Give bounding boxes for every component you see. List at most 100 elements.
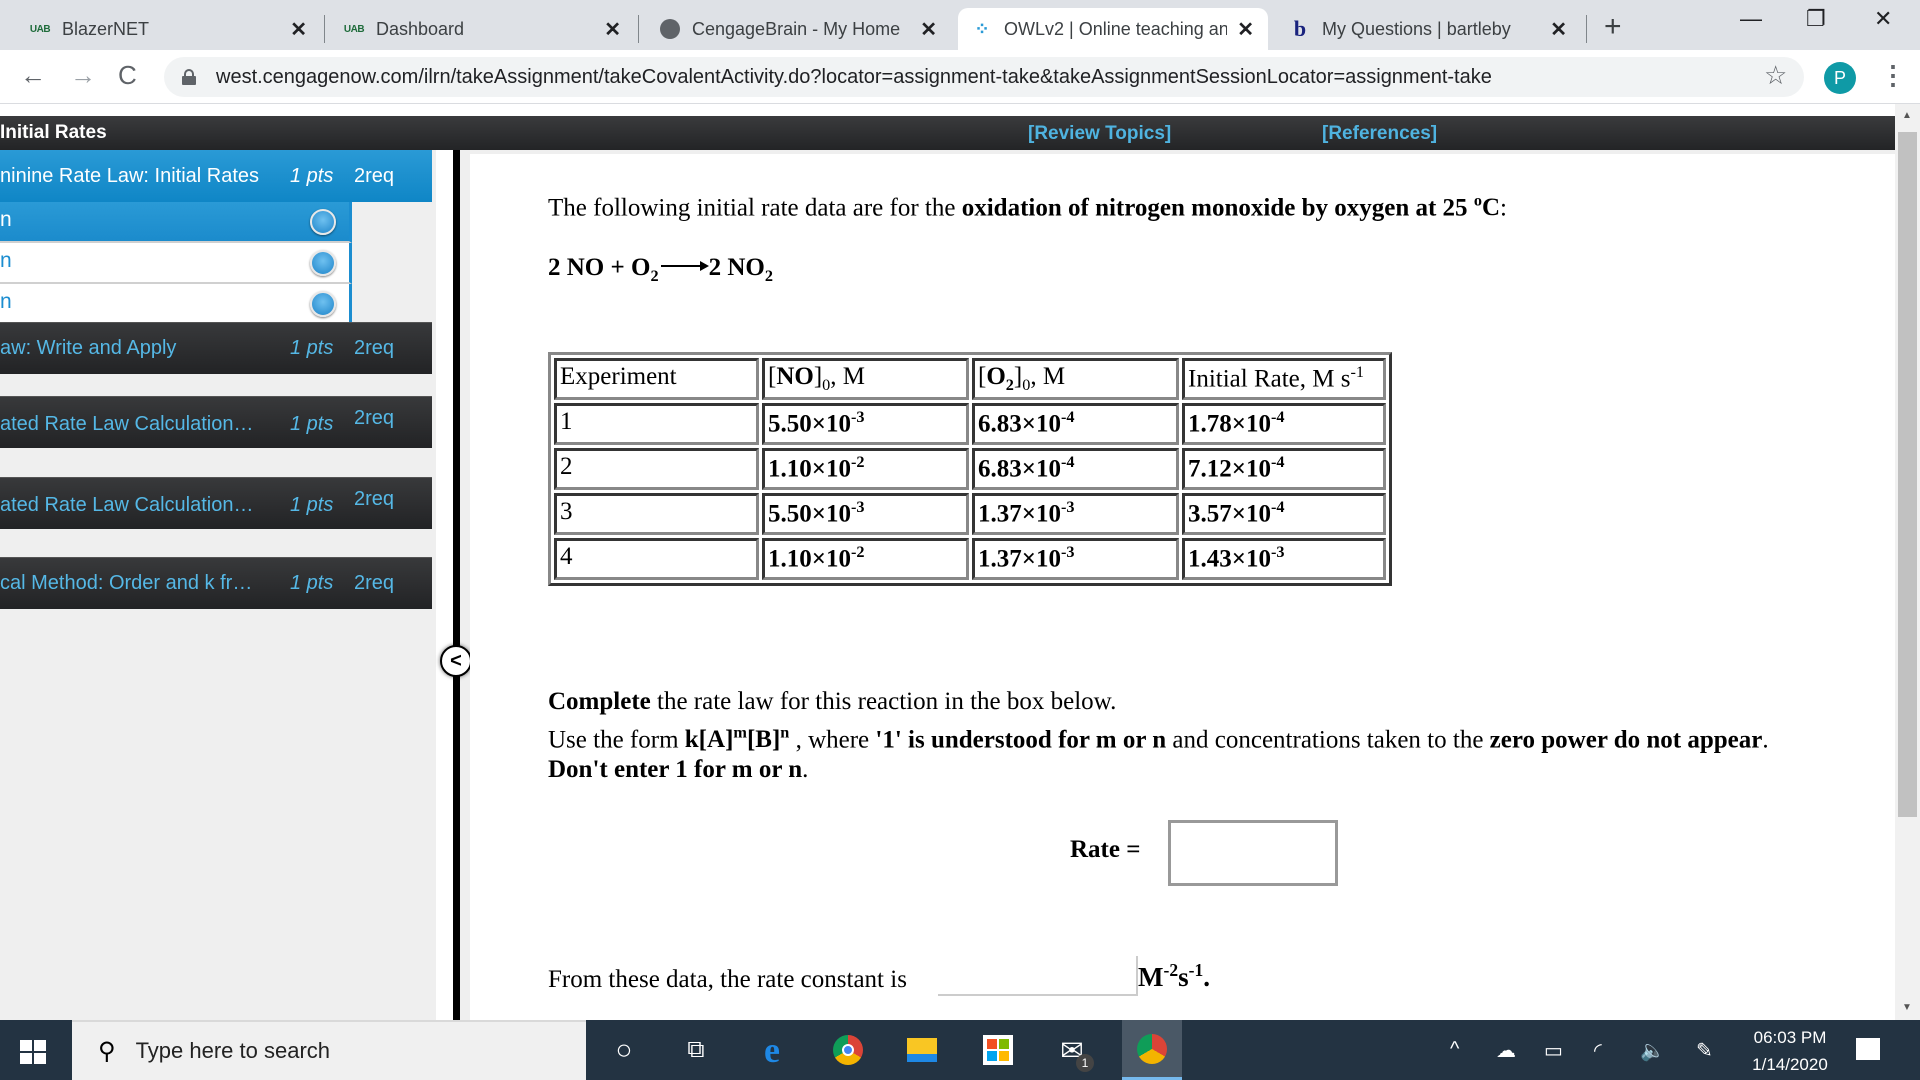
sidebar-item-initial-rates[interactable]: ninine Rate Law: Initial Rates 1 pts 2re… [0,150,432,202]
tab-close-icon[interactable]: ✕ [1237,17,1254,42]
task-view-icon[interactable]: ⧉ [678,1032,714,1068]
rate-law-input[interactable] [1168,820,1338,886]
sidebar-item-integrated-rate-2[interactable]: ated Rate Law Calculation… 1 pts 2req [0,477,432,529]
forward-button[interactable]: → [70,60,96,91]
instruction-text: , where [789,726,876,754]
assignment-header: Initial Rates [Review Topics] [Reference… [0,116,1895,150]
tab-bartleby[interactable]: b My Questions | bartleby ✕ [1276,8,1581,50]
volume-icon[interactable]: 🔈 [1640,1038,1665,1063]
chrome-icon[interactable] [830,1032,866,1068]
uab-logo-icon: UAB [343,23,365,35]
mail-icon[interactable]: ✉ 1 [1054,1032,1094,1072]
sidebar-item-points: 1 pts [290,572,334,594]
chrome-profile-icon[interactable] [1122,1020,1182,1080]
mantissa: 1.43×10 [1188,545,1271,573]
tab-owlv2[interactable]: ⁘ OWLv2 | Online teaching an ✕ [958,8,1268,50]
reload-button[interactable]: C [118,60,137,91]
tab-separator [638,15,639,43]
mantissa: 1.78×10 [1188,410,1271,438]
edge-icon[interactable]: e [754,1030,790,1070]
review-topics-link[interactable]: [Review Topics] [1028,123,1171,145]
taskbar-search-box[interactable]: ⚲ Type here to search [72,1020,586,1080]
scroll-down-arrow-icon[interactable]: ▼ [1902,1002,1912,1013]
header-text: , M [830,363,866,390]
wifi-icon[interactable]: ◜ [1594,1038,1602,1063]
subscript: 2 [650,267,659,285]
question-intro: The following initial rate data are for … [548,192,1507,222]
equation-products: 2 NO [708,254,765,281]
unit-s: s [1178,962,1189,992]
sidebar-item-integrated-rate-1[interactable]: ated Rate Law Calculation… 1 pts 2req [0,396,432,448]
windows-start-icon[interactable] [20,1040,46,1064]
table-header-row: Experiment [NO]0, M [O2]0, M Initial Rat… [554,358,1386,400]
back-button[interactable]: ← [20,60,46,91]
profile-avatar[interactable]: P [1824,62,1856,94]
tab-close-icon[interactable]: ✕ [604,17,621,42]
show-hidden-icons-chevron[interactable]: ^ [1450,1038,1459,1061]
initial-rate-cell: 1.78×10-4 [1182,403,1386,445]
rate-constant-label: From these data, the rate constant is [548,966,907,993]
scroll-up-arrow-icon[interactable]: ▲ [1902,110,1912,121]
rate-constant-units: M-2s-1. [1138,960,1210,993]
collapse-sidebar-button[interactable]: < [440,645,472,677]
system-clock[interactable]: 06:03 PM 1/14/2020 [1740,1024,1840,1078]
tab-blazernet[interactable]: UAB BlazerNET ✕ [16,8,321,50]
tab-close-icon[interactable]: ✕ [920,17,937,42]
exponent: -3 [851,408,865,426]
page-scrollbar[interactable]: ▲ ▼ [1895,104,1920,1020]
instruction-line-1: Complete the rate law for this reaction … [548,688,1116,716]
status-dot-icon [310,250,336,276]
sidebar-subitem[interactable]: n [0,284,352,325]
sidebar-item-graphical-method[interactable]: cal Method: Order and k fr… 1 pts 2req [0,557,432,609]
equation-reactants: 2 NO + O [548,254,651,281]
tab-dashboard[interactable]: UAB Dashboard ✕ [330,8,635,50]
experiment-cell: 3 [554,493,759,535]
tab-close-icon[interactable]: ✕ [290,17,307,42]
sidebar-item-write-apply[interactable]: aw: Write and Apply 1 pts 2req [0,322,432,374]
unit-m: M [1138,962,1164,992]
address-bar[interactable]: west.cengagenow.com/ilrn/takeAssignment/… [164,57,1804,97]
mantissa: 1.10×10 [768,455,851,483]
references-link[interactable]: [References] [1322,123,1437,145]
exponent: -4 [1061,408,1075,426]
sidebar-subitem[interactable]: n [0,243,352,284]
new-tab-button[interactable]: + [1604,10,1622,44]
browser-menu-icon[interactable]: ⋮ [1880,60,1906,91]
header-text: Experiment [560,363,677,390]
file-explorer-icon[interactable] [904,1032,940,1068]
battery-charging-icon[interactable]: ▭ [1544,1038,1563,1063]
tab-cengagebrain[interactable]: CengageBrain - My Home ✕ [646,8,951,50]
experiment-cell: 4 [554,538,759,580]
browser-toolbar: ← → C west.cengagenow.com/ilrn/takeAssig… [0,50,1920,104]
tab-close-icon[interactable]: ✕ [1550,17,1567,42]
close-window-button[interactable]: ✕ [1874,6,1892,32]
minimize-button[interactable]: — [1740,6,1762,32]
action-center-icon[interactable] [1856,1038,1880,1060]
table-row: 2 1.10×10-2 6.83×10-4 7.12×10-4 [554,448,1386,490]
exponent: -4 [1271,408,1285,426]
sidebar-item-label: aw: Write and Apply [0,337,177,359]
store-icon[interactable] [980,1032,1016,1068]
scrollbar-thumb[interactable] [1898,132,1917,817]
panel-splitter[interactable] [453,150,460,1020]
exponent: -2 [1163,960,1179,980]
mantissa: 1.37×10 [978,500,1061,528]
exponent: -1 [1188,960,1204,980]
no-concentration-cell: 1.10×10-2 [762,538,969,580]
mantissa: 6.83×10 [978,410,1061,438]
sidebar-item-requirement: 2req [354,488,395,510]
cortana-icon[interactable]: ○ [606,1032,642,1068]
instruction-text: Use the form [548,726,685,754]
onedrive-cloud-icon[interactable]: ☁ [1496,1038,1516,1063]
subscript: 2 [1005,376,1014,394]
initial-rate-cell: 3.57×10-4 [1182,493,1386,535]
bookmark-star-icon[interactable]: ☆ [1764,60,1787,91]
o2-concentration-cell: 1.37×10-3 [972,493,1179,535]
restore-button[interactable]: ❐ [1806,6,1826,32]
sidebar-subitem[interactable]: n [0,202,352,243]
exponent: -4 [1271,498,1285,516]
mantissa: 6.83×10 [978,455,1061,483]
pen-workspace-icon[interactable]: ✎ [1696,1038,1713,1063]
rate-constant-input[interactable] [938,956,1138,996]
sidebar-item-points: 1 pts [290,164,334,187]
